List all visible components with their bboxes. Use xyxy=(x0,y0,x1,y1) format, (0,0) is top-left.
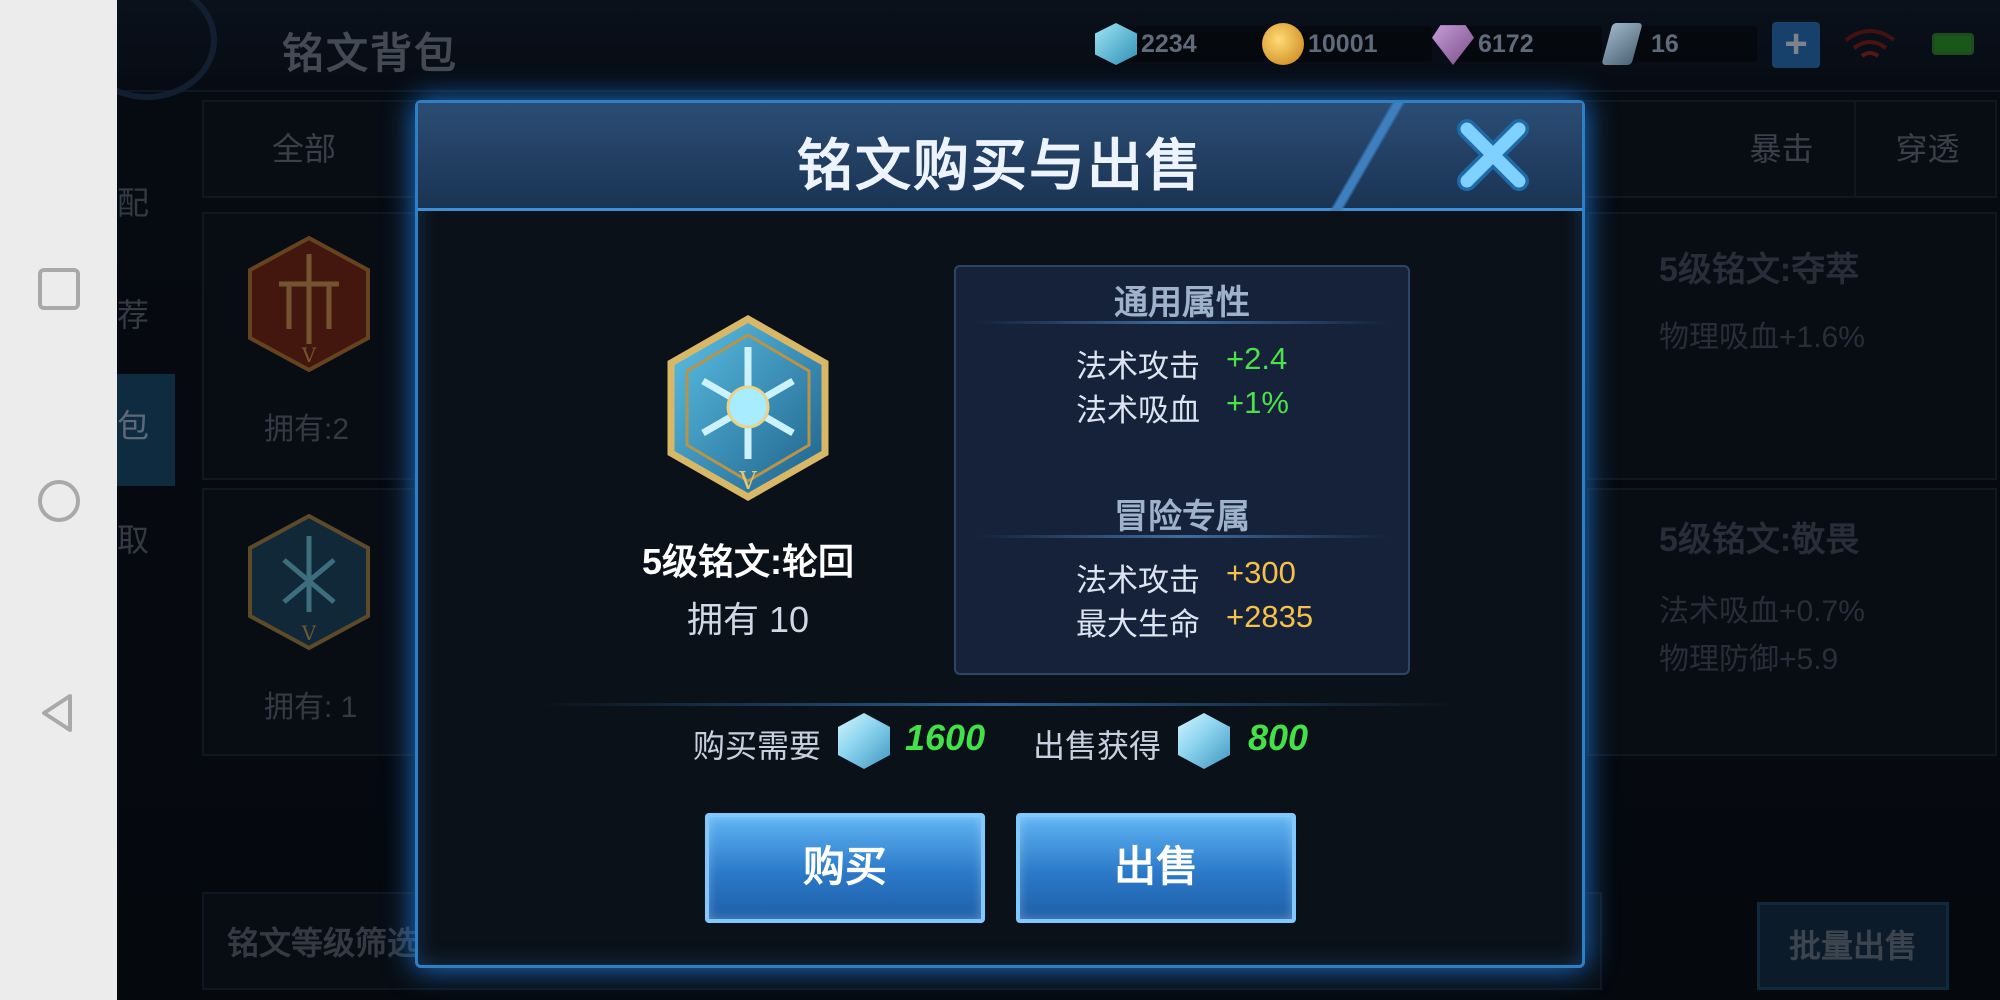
stat-value: +1% xyxy=(1226,385,1289,420)
selected-rune-icon: V xyxy=(667,314,829,502)
adventure-attributes-heading: 冒险专属 xyxy=(1114,498,1250,536)
stat-label: 法术攻击 xyxy=(1076,349,1200,384)
stat-value: +2.4 xyxy=(1226,341,1288,376)
rune-name: 5级铭文:轮回 xyxy=(641,541,854,582)
buy-cost-value: 1600 xyxy=(905,717,986,758)
rune-stats-panel: 通用属性 法术攻击 +2.4 法术吸血 +1% 冒险专属 法术攻击 +300 最… xyxy=(954,265,1410,675)
stat-label: 法术攻击 xyxy=(1076,563,1200,598)
sell-gain-value: 800 xyxy=(1248,717,1309,758)
home-button[interactable] xyxy=(38,480,80,522)
dialog-header: 铭文购买与出售 xyxy=(418,103,1582,211)
general-attributes-heading: 通用属性 xyxy=(1114,284,1250,322)
stat-label: 最大生命 xyxy=(1076,607,1200,642)
coin-icon xyxy=(1262,23,1304,65)
stat-value: +300 xyxy=(1226,555,1296,590)
buy-button[interactable]: 购买 xyxy=(705,813,985,923)
stat-value: +2835 xyxy=(1226,599,1314,634)
dialog-title: 铭文购买与出售 xyxy=(797,134,1203,197)
system-nav-bar xyxy=(0,0,117,1000)
rune-trade-dialog: 铭文购买与出售 V 5级铭文:轮回 拥有 10 通用属性 法术攻击 +2.4 法… xyxy=(415,100,1585,968)
gem-icon xyxy=(838,713,890,769)
buy-cost-label: 购买需要 xyxy=(693,728,822,764)
rune-owned-count: 拥有 10 xyxy=(686,599,810,640)
back-button[interactable] xyxy=(38,692,80,734)
stat-label: 法术吸血 xyxy=(1076,393,1200,428)
close-icon[interactable] xyxy=(1453,115,1533,195)
recent-apps-button[interactable] xyxy=(38,268,80,310)
gem-icon xyxy=(1178,713,1230,769)
sell-button[interactable]: 出售 xyxy=(1016,813,1296,923)
svg-text:V: V xyxy=(738,467,757,495)
sell-gain-label: 出售获得 xyxy=(1033,728,1162,764)
